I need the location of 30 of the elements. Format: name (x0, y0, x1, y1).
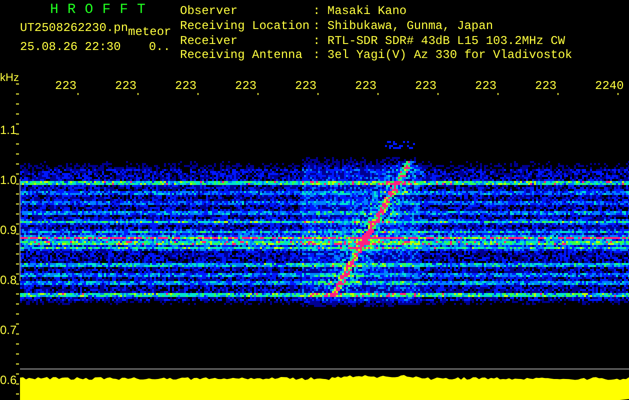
info-value: : Masaki Kano (313, 5, 408, 20)
x-axis-label: 223 (415, 79, 437, 93)
x-axis-label: 223 (475, 79, 497, 93)
axis-unit: kHz (0, 72, 19, 84)
x-axis-label: 223 (235, 79, 257, 93)
file-name: UT2508262230.pn (20, 21, 128, 35)
x-axis-label: 223 (535, 79, 557, 93)
x-axis-label: 223 (115, 79, 137, 93)
y-axis-label: 0.7 (0, 323, 17, 337)
x-axis-label: 223 (295, 79, 317, 93)
info-label: Receiving Antenna (180, 49, 304, 64)
app-title: HROFFT (49, 2, 156, 18)
x-axis-label: 223 (355, 79, 377, 93)
info-label: Observer (180, 5, 239, 20)
timestamp: 25.08.26 22:30 (20, 40, 121, 54)
y-axis-label: 1.1 (0, 123, 17, 137)
y-axis-label: 0.8 (0, 273, 17, 287)
y-axis-label: 0.6 (0, 373, 17, 387)
info-value: : 3el Yagi(V) Az 330 for Vladivostok (313, 49, 572, 64)
y-axis-label: 1.0 (0, 173, 17, 187)
x-axis-label: 2240 (595, 79, 624, 93)
y-axis-label: 0.9 (0, 223, 17, 237)
info-label: Receiving Location (180, 20, 311, 34)
count-text: 0.. (148, 40, 170, 54)
info-value: : RTL-SDR SDR# 43dB L15 103.2MHz CW (313, 34, 566, 49)
info-label: Receiver (180, 34, 239, 49)
x-axis-label: 223 (175, 79, 197, 93)
detection-tag: meteor (128, 25, 172, 39)
info-value: : Shibukawa, Gunma, Japan (313, 20, 494, 34)
x-axis-label: 223 (55, 79, 77, 93)
